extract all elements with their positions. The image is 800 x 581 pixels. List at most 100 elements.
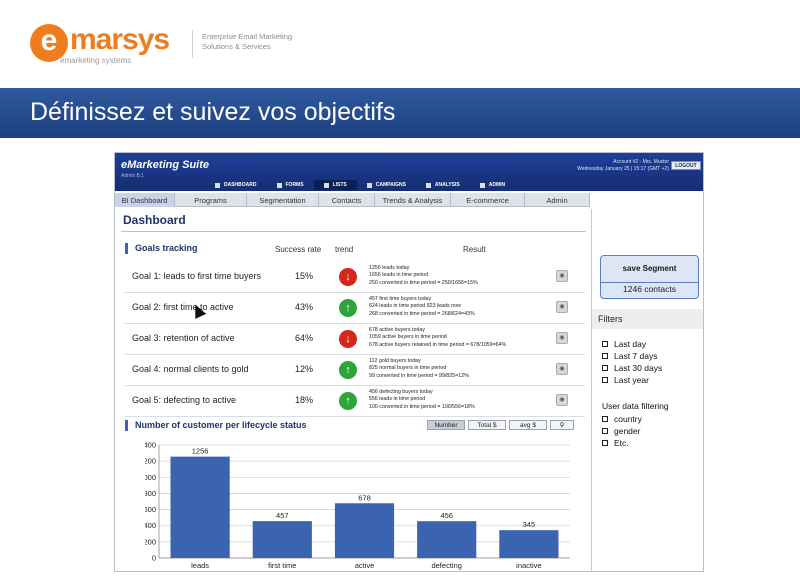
toggle-number[interactable]: Number (427, 420, 465, 430)
checkbox-icon[interactable] (602, 353, 608, 359)
filter-last-year[interactable]: Last year (602, 375, 649, 385)
filters-title: Filters (592, 309, 703, 329)
emarsys-logo: e marsys emarketing systems Enterprise E… (30, 22, 330, 67)
result-line: 250 converted in time period = 250/1656=… (369, 279, 478, 286)
filter-last-day[interactable]: Last day (602, 339, 646, 349)
checkbox-icon[interactable] (602, 341, 608, 347)
chart-settings-icon[interactable]: ⚲ (550, 420, 574, 430)
goal-detail-button[interactable]: ◉ (556, 363, 568, 375)
app-topbar: eMarketing Suite Admin B.1 Account #2 - … (115, 153, 703, 191)
result-line: 624 leads in time period 823 leads now (369, 303, 461, 310)
filter-last-7-days[interactable]: Last 7 days (602, 351, 657, 361)
goal-result: 678 active buyers today 1059 active buye… (369, 327, 559, 349)
goal-label: Goal 1: leads to first time buyers (132, 271, 262, 281)
checkbox-icon[interactable] (602, 440, 608, 446)
goals-section-title: Goals tracking (125, 243, 198, 254)
filter-label: Last 7 days (614, 351, 658, 361)
filter-label: gender (614, 426, 641, 436)
title-divider (121, 231, 586, 232)
checkbox-icon[interactable] (602, 428, 608, 434)
logo-divider (192, 30, 193, 58)
filter-label: Last year (614, 375, 649, 385)
goal-detail-button[interactable]: ◉ (556, 332, 568, 344)
nav-label: CAMPAIGNS (375, 182, 406, 188)
analysis-icon (425, 182, 431, 188)
y-tick-label: 0 (152, 554, 156, 563)
goal-label: Goal 2: first time to active (132, 302, 234, 312)
goal-label: Goal 5: defecting to active (132, 395, 237, 405)
tab-programs[interactable]: Programs (175, 193, 247, 207)
tab-bi-dashboard[interactable]: BI Dashboard (115, 193, 175, 207)
y-tick-label: 1200 (145, 457, 156, 466)
sub-tabs: BI Dashboard Programs Segmentation Conta… (115, 193, 590, 207)
bar-value-label: 678 (358, 493, 371, 502)
nav-forms[interactable]: FORMS (267, 180, 314, 190)
filter-label: Last day (614, 339, 647, 349)
result-line: 100 converted in time period = 100/556=1… (369, 403, 475, 410)
trend-down-icon: ↓ (339, 330, 357, 348)
goal-result: 457 first time buyers today 624 leads in… (369, 296, 559, 318)
logout-button[interactable]: LOGOUT (671, 161, 701, 170)
result-line: 556 leads in time period (369, 396, 426, 403)
nav-analysis[interactable]: ANALYSIS (416, 180, 470, 190)
filter-last-30-days[interactable]: Last 30 days (602, 363, 662, 373)
nav-campaigns[interactable]: CAMPAIGNS (357, 180, 416, 190)
x-tick-label: active (355, 561, 375, 570)
save-segment-box: save Segment 1246 contacts (600, 255, 699, 299)
filter-gender[interactable]: gender (602, 426, 640, 436)
logo-word: marsys (70, 23, 170, 56)
tab-segmentation[interactable]: Segmentation (247, 193, 319, 207)
lists-icon (323, 182, 329, 188)
result-line: 1256 leads today (369, 265, 410, 271)
tab-e-commerce[interactable]: E-commerce (451, 193, 525, 207)
filter-country[interactable]: country (602, 414, 642, 424)
goal-rate: 64% (295, 333, 314, 343)
x-tick-label: inactive (516, 561, 541, 570)
nav-lists[interactable]: LISTS (313, 180, 357, 190)
tab-admin[interactable]: Admin (525, 193, 590, 207)
chart-toggle-group: Number Total $ avg $ ⚲ (427, 420, 574, 430)
goal-label: Goal 4: normal clients to gold (132, 364, 249, 374)
toggle-avg[interactable]: avg $ (509, 420, 547, 430)
bar-value-label: 1256 (192, 447, 209, 456)
bar-value-label: 457 (276, 511, 289, 520)
lifecycle-bar-chart: 0 200 400 600 800 1000 1200 1400 1256 leads 457 fir… (145, 441, 570, 570)
result-line: 678 active buyers retained in time perio… (369, 341, 507, 348)
result-line: 112 gold buyers today (369, 358, 421, 364)
y-tick-label: 600 (145, 505, 156, 514)
contacts-count: 1246 contacts (623, 284, 676, 294)
bar (170, 456, 230, 558)
filter-label: country (614, 414, 642, 424)
result-line: 678 active buyers today (369, 327, 425, 333)
goal-result: 112 gold buyers today 825 normal buyers … (369, 358, 559, 380)
checkbox-icon[interactable] (602, 416, 608, 422)
tab-trends-analysis[interactable]: Trends & Analysis (375, 193, 451, 207)
tab-contacts[interactable]: Contacts (319, 193, 375, 207)
goal-detail-button[interactable]: ◉ (556, 394, 568, 406)
checkbox-icon[interactable] (602, 365, 608, 371)
x-tick-label: first time (268, 561, 296, 570)
goal-rate: 12% (295, 364, 314, 374)
bar (252, 521, 312, 558)
y-tick-label: 200 (145, 537, 156, 546)
nav-dashboard[interactable]: DASHBOARD (205, 180, 267, 190)
bar (417, 521, 477, 558)
filter-etc[interactable]: Etc. (602, 438, 629, 448)
toggle-total[interactable]: Total $ (468, 420, 506, 430)
chart-section-title: Number of customer per lifecycle status (125, 420, 307, 431)
admin-icon (479, 182, 485, 188)
goal-row: Goal 1: leads to first time buyers 15% ↓… (125, 262, 585, 293)
forms-icon (276, 182, 282, 188)
save-segment-button[interactable]: save Segment (601, 256, 698, 283)
account-name: Account #2 - Mrs. Muster (613, 159, 669, 165)
main-nav: DASHBOARD FORMS LISTS CAMPAIGNS ANALYSIS… (205, 180, 515, 190)
nav-admin[interactable]: ADMIN (470, 180, 515, 190)
suite-title: eMarketing Suite (121, 159, 210, 171)
nav-label: LISTS (332, 182, 347, 188)
y-tick-label: 1400 (145, 441, 156, 450)
user-data-filter-title: User data filtering (602, 401, 669, 411)
nav-label: ADMIN (488, 182, 506, 188)
goal-detail-button[interactable]: ◉ (556, 270, 568, 282)
goal-detail-button[interactable]: ◉ (556, 301, 568, 313)
checkbox-icon[interactable] (602, 377, 608, 383)
